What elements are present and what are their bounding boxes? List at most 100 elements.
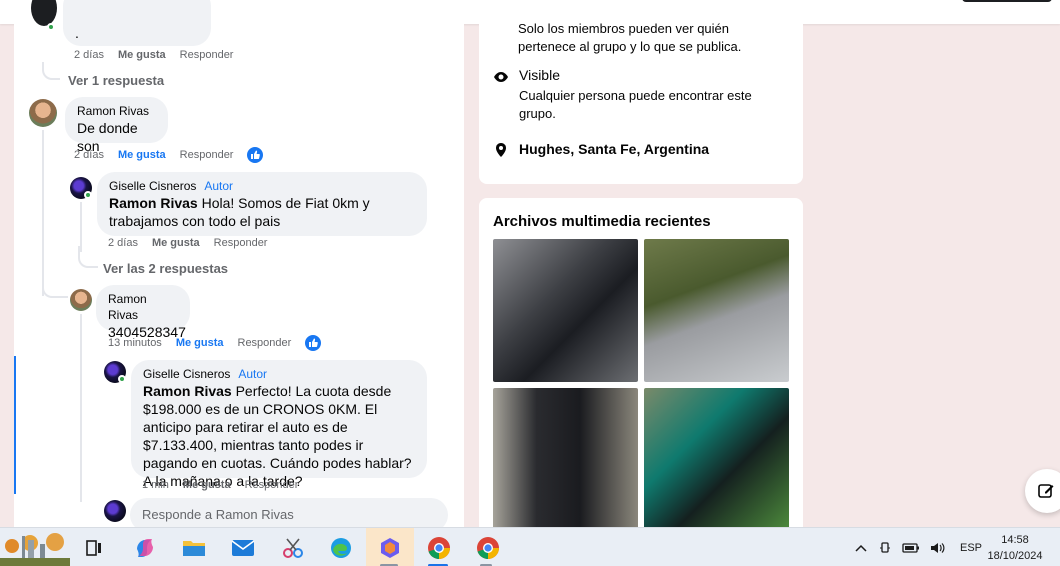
author-name[interactable]: Giselle Cisneros: [143, 367, 230, 381]
volume-icon[interactable]: [929, 541, 945, 555]
comment-author[interactable]: Ramon Rivas: [77, 103, 156, 119]
task-view-button[interactable]: [80, 534, 108, 562]
snipping-tool-icon: [283, 538, 303, 558]
copilot-icon: [137, 539, 153, 557]
like-button[interactable]: Me gusta: [118, 49, 166, 61]
comment-time[interactable]: 1 min: [142, 479, 169, 491]
privacy-description: Solo los miembros pueden ver quién perte…: [518, 21, 742, 54]
copilot-icon: [381, 538, 399, 558]
comment-text: Ramon Rivas Hola! Somos de Fiat 0km y tr…: [109, 194, 415, 230]
reply-button[interactable]: Responder: [214, 237, 268, 249]
comment-author: Giselle Cisneros Autor: [143, 366, 415, 382]
clock-date: 18/10/2024: [987, 550, 1043, 562]
comment-bubble: Giselle Cisneros Autor Ramon Rivas Hola! …: [97, 172, 427, 236]
mention[interactable]: Ramon Rivas: [143, 383, 232, 399]
widget-landscape-icon: [0, 533, 70, 566]
comment-author[interactable]: Ramon Rivas: [108, 291, 178, 323]
like-icon: [247, 147, 264, 163]
system-tray: ESP: [854, 528, 982, 566]
comment-actions: 2 días Me gusta Responder: [74, 49, 233, 61]
comment-bubble: Ramon Rivas 3404528347: [96, 285, 190, 340]
weather-widget[interactable]: [0, 528, 70, 566]
like-button[interactable]: Me gusta: [118, 149, 166, 161]
edge-icon: [331, 538, 351, 558]
reply-button[interactable]: Responder: [180, 149, 234, 161]
avatar[interactable]: [31, 0, 57, 26]
comment-bubble: Ramon Rivas De donde son: [65, 97, 168, 154]
author-badge: Autor: [204, 179, 234, 193]
copilot-app-button[interactable]: [376, 534, 404, 562]
chrome-icon: [428, 537, 450, 559]
author-name[interactable]: Giselle Cisneros: [109, 179, 196, 193]
profile-button[interactable]: [962, 0, 1052, 2]
comment-author: Giselle Cisneros Autor: [109, 178, 415, 194]
comment-bubble: Giselle Cisneros Autor Ramon Rivas Perfec…: [131, 360, 427, 489]
location-row: Hughes, Santa Fe, Argentina: [493, 141, 709, 158]
media-title: Archivos multimedia recientes: [493, 213, 711, 230]
thread-line: [78, 246, 98, 268]
comment-time[interactable]: 13 minutos: [108, 337, 162, 349]
thread-line: [42, 162, 68, 186]
author-badge: Autor: [238, 367, 268, 381]
comment-text: .: [75, 25, 79, 41]
chrome-button-2[interactable]: [474, 534, 502, 562]
visibility-text: Visible Cualquier persona puede encontra…: [519, 67, 769, 123]
online-indicator: [84, 191, 92, 199]
like-icon: [305, 335, 322, 351]
eye-icon: [494, 72, 508, 82]
like-button[interactable]: Me gusta: [152, 237, 200, 249]
file-explorer-icon: [183, 541, 205, 556]
file-explorer-button[interactable]: [180, 534, 208, 562]
privacy-row: Solo los miembros pueden ver quién perte…: [518, 20, 768, 56]
media-thumbnail[interactable]: [644, 239, 789, 382]
group-location[interactable]: Hughes, Santa Fe, Argentina: [519, 141, 709, 158]
visibility-row: Visible Cualquier persona puede encontra…: [493, 67, 769, 123]
comment-time[interactable]: 2 días: [108, 237, 138, 249]
comment-actions: 2 días Me gusta Responder: [74, 147, 264, 163]
comment-time[interactable]: 2 días: [74, 49, 104, 61]
chrome-icon: [477, 537, 499, 559]
avatar: [104, 500, 126, 522]
avatar[interactable]: [70, 289, 92, 311]
location-pin-icon: [496, 143, 506, 157]
thread-line: [80, 314, 82, 502]
reply-button[interactable]: Responder: [245, 479, 299, 491]
edge-button[interactable]: [327, 534, 355, 562]
comments-panel: . 2 días Me gusta Responder Ver 1 respue…: [14, 0, 464, 527]
snipping-tool-button[interactable]: [279, 534, 307, 562]
online-indicator: [118, 375, 126, 383]
copilot-button[interactable]: [131, 534, 159, 562]
comment-actions: 2 días Me gusta Responder: [108, 237, 267, 249]
avatar[interactable]: [29, 99, 57, 127]
new-message-button[interactable]: [1025, 469, 1060, 513]
edit-icon: [1038, 484, 1054, 498]
battery-icon[interactable]: [902, 541, 920, 555]
comment-actions: 13 minutos Me gusta Responder: [108, 335, 322, 351]
media-thumbnail[interactable]: [493, 239, 638, 382]
online-indicator: [47, 23, 55, 31]
visibility-title: Visible: [519, 67, 560, 83]
reply-button[interactable]: Responder: [180, 49, 234, 61]
wifi-icon[interactable]: [877, 540, 893, 556]
comment-actions: 1 min Me gusta Responder: [142, 479, 298, 491]
like-button[interactable]: Me gusta: [183, 479, 231, 491]
clock[interactable]: 14:58 18/10/2024: [980, 532, 1050, 564]
like-button[interactable]: Me gusta: [176, 337, 224, 349]
language-indicator[interactable]: ESP: [960, 542, 982, 554]
view-replies-link[interactable]: Ver 1 respuesta: [68, 73, 164, 88]
reply-button[interactable]: Responder: [238, 337, 292, 349]
taskbar: ESP 14:58 18/10/2024: [0, 527, 1060, 566]
mail-button[interactable]: [229, 534, 257, 562]
reply-input[interactable]: Responde a Ramon Rivas: [130, 498, 448, 527]
chevron-up-icon[interactable]: [854, 543, 868, 553]
mention[interactable]: Ramon Rivas: [109, 195, 198, 211]
thread-line: [42, 62, 60, 80]
chrome-button[interactable]: [425, 534, 453, 562]
media-thumbnail[interactable]: [493, 388, 638, 531]
media-thumbnail[interactable]: [644, 388, 789, 531]
comment-bubble: .: [63, 0, 211, 46]
comment-time[interactable]: 2 días: [74, 149, 104, 161]
mail-icon: [231, 540, 255, 556]
thread-line: [42, 130, 44, 296]
view-replies-link[interactable]: Ver las 2 respuestas: [103, 261, 228, 276]
